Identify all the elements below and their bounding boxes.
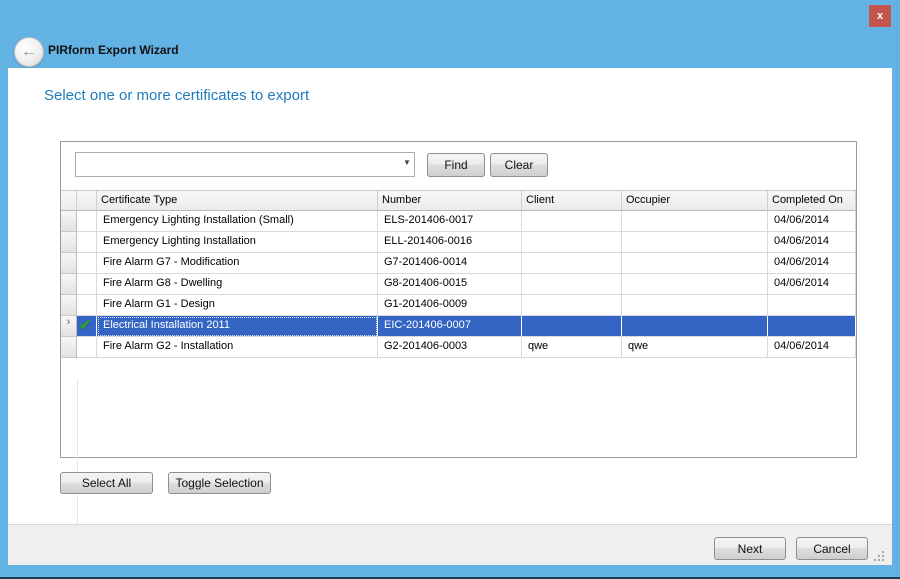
cell-completed-on[interactable]: 04/06/2014 — [768, 211, 856, 232]
column-header-certificate-type[interactable]: Certificate Type — [97, 190, 378, 211]
export-wizard-window: x ← PIRform Export Wizard Select one or … — [0, 0, 900, 579]
cell-client[interactable] — [522, 274, 622, 295]
cell-certificate-type[interactable]: Fire Alarm G8 - Dwelling — [97, 274, 378, 295]
page-title: Select one or more certificates to expor… — [44, 87, 309, 104]
row-selector[interactable] — [61, 295, 77, 316]
cell-occupier[interactable] — [622, 253, 768, 274]
clear-button[interactable]: Clear — [490, 153, 548, 177]
row-check-cell[interactable] — [77, 274, 97, 295]
column-header-client[interactable]: Client — [522, 190, 622, 211]
row-check-cell[interactable] — [77, 211, 97, 232]
cell-certificate-type[interactable]: Fire Alarm G7 - Modification — [97, 253, 378, 274]
cell-client[interactable] — [522, 316, 622, 337]
toggle-selection-button[interactable]: Toggle Selection — [168, 472, 271, 494]
back-arrow-icon: ← — [21, 43, 37, 60]
cancel-button[interactable]: Cancel — [796, 537, 868, 560]
cell-number[interactable]: ELS-201406-0017 — [378, 211, 522, 232]
cell-completed-on[interactable]: 04/06/2014 — [768, 274, 856, 295]
column-header-blank[interactable] — [61, 190, 77, 211]
table-row[interactable]: Fire Alarm G8 - DwellingG8-201406-0015 04… — [61, 274, 856, 295]
table-row[interactable]: ›✔ Electrical Installation 2011EIC-201406… — [61, 316, 856, 337]
select-all-button[interactable]: Select All — [60, 472, 153, 494]
cell-client[interactable] — [522, 232, 622, 253]
cell-number[interactable]: G1-201406-0009 — [378, 295, 522, 316]
row-selector[interactable] — [61, 211, 77, 232]
cell-certificate-type[interactable]: Emergency Lighting Installation (Small) — [97, 211, 378, 232]
cell-completed-on[interactable]: 04/06/2014 — [768, 232, 856, 253]
window-title: PIRform Export Wizard — [48, 43, 179, 57]
content-area: Select one or more certificates to expor… — [8, 68, 892, 565]
cell-certificate-type[interactable]: Emergency Lighting Installation — [97, 232, 378, 253]
cell-completed-on[interactable]: 04/06/2014 — [768, 337, 856, 358]
cell-certificate-type[interactable]: Fire Alarm G1 - Design — [97, 295, 378, 316]
column-header-number[interactable]: Number — [378, 190, 522, 211]
cell-certificate-type[interactable]: Electrical Installation 2011 — [97, 316, 378, 337]
cell-completed-on[interactable] — [768, 316, 856, 337]
cell-number[interactable]: ELL-201406-0016 — [378, 232, 522, 253]
cell-number[interactable]: G7-201406-0014 — [378, 253, 522, 274]
row-check-cell[interactable] — [77, 253, 97, 274]
column-header-occupier[interactable]: Occupier — [622, 190, 768, 211]
row-check-cell[interactable]: ✔ — [77, 316, 97, 337]
cell-occupier[interactable] — [622, 211, 768, 232]
cell-client[interactable] — [522, 253, 622, 274]
cell-client[interactable]: qwe — [522, 337, 622, 358]
row-check-cell[interactable] — [77, 337, 97, 358]
row-check-cell[interactable] — [77, 295, 97, 316]
grid-column-divider — [77, 379, 78, 526]
cell-client[interactable] — [522, 295, 622, 316]
cell-number[interactable]: G2-201406-0003 — [378, 337, 522, 358]
cell-occupier[interactable] — [622, 232, 768, 253]
next-button[interactable]: Next — [714, 537, 786, 560]
column-header-blank[interactable] — [77, 190, 97, 211]
table-row[interactable]: Fire Alarm G1 - DesignG1-201406-0009 — [61, 295, 856, 316]
row-selector[interactable]: › — [61, 316, 77, 337]
cell-occupier[interactable] — [622, 295, 768, 316]
cell-occupier[interactable] — [622, 316, 768, 337]
table-header-row: Certificate TypeNumberClientOccupierComp… — [61, 190, 856, 211]
cell-occupier[interactable] — [622, 274, 768, 295]
row-selector[interactable] — [61, 274, 77, 295]
footer-bar: Next Cancel — [8, 524, 892, 565]
selected-check-icon: ✔ — [79, 317, 92, 334]
row-selector[interactable] — [61, 337, 77, 358]
resize-grip[interactable] — [873, 550, 884, 561]
find-button[interactable]: Find — [427, 153, 485, 177]
certificates-table: Certificate TypeNumberClientOccupierComp… — [61, 190, 856, 358]
cell-certificate-type[interactable]: Fire Alarm G2 - Installation — [97, 337, 378, 358]
cell-occupier[interactable]: qwe — [622, 337, 768, 358]
chevron-down-icon[interactable]: ▼ — [403, 158, 411, 167]
cell-completed-on[interactable]: 04/06/2014 — [768, 253, 856, 274]
close-icon: x — [877, 10, 883, 22]
column-header-completed-on[interactable]: Completed On — [768, 190, 856, 211]
back-button[interactable]: ← — [14, 37, 44, 67]
table-row[interactable]: Emergency Lighting InstallationELL-20140… — [61, 232, 856, 253]
row-selector[interactable] — [61, 253, 77, 274]
close-button[interactable]: x — [869, 5, 891, 27]
table-row[interactable]: Fire Alarm G2 - InstallationG2-201406-00… — [61, 337, 856, 358]
row-check-cell[interactable] — [77, 232, 97, 253]
table-row[interactable]: Emergency Lighting Installation (Small)E… — [61, 211, 856, 232]
cell-completed-on[interactable] — [768, 295, 856, 316]
cell-number[interactable]: EIC-201406-0007 — [378, 316, 522, 337]
cell-client[interactable] — [522, 211, 622, 232]
table-row[interactable]: Fire Alarm G7 - ModificationG7-201406-00… — [61, 253, 856, 274]
cell-number[interactable]: G8-201406-0015 — [378, 274, 522, 295]
row-selector[interactable] — [61, 232, 77, 253]
